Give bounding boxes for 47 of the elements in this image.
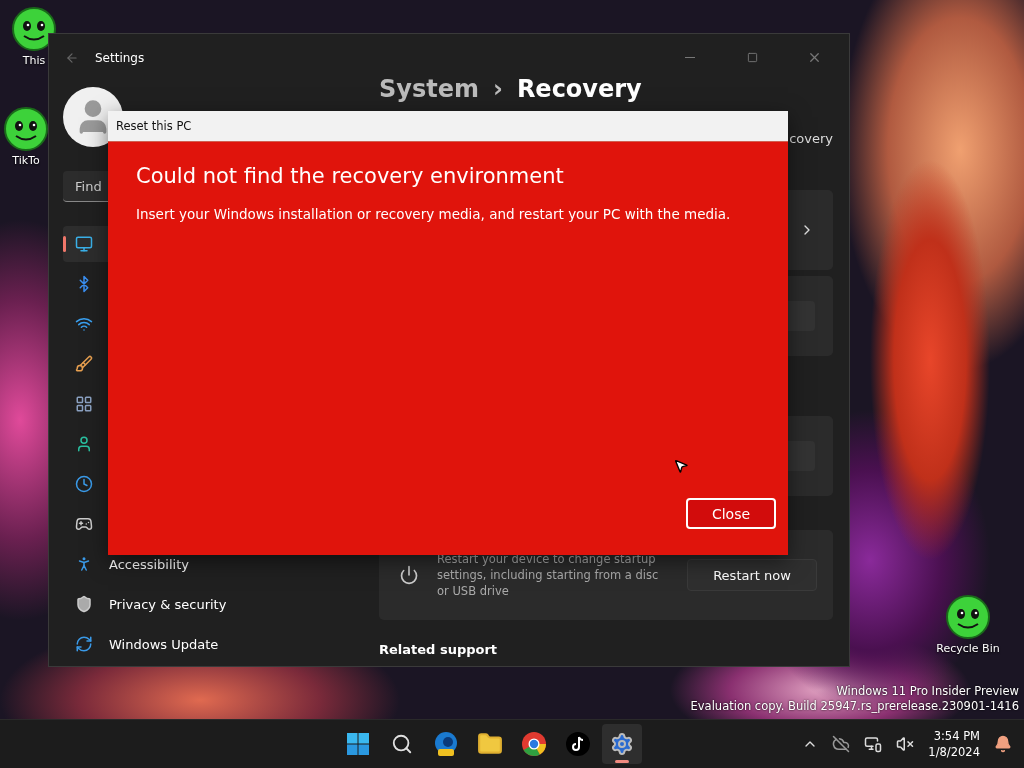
apps-icon [75,395,93,413]
error-heading: Could not find the recovery environment [136,164,565,188]
browser-icon [433,731,460,757]
smiley-icon [11,6,57,52]
clock-time[interactable]: 3:54 PM [933,728,980,744]
monitor-icon [75,235,93,253]
volume-muted-icon[interactable] [896,735,915,753]
smiley-icon [3,106,49,152]
cloud-off-icon[interactable] [832,735,851,753]
watermark-text: Windows 11 Pro Insider Preview [836,684,1019,699]
brush-icon [75,355,93,373]
dialog-title: Reset this PC [108,111,788,142]
section-heading: Related support [379,642,499,657]
mouse-cursor-icon [673,458,689,474]
smiley-icon [945,594,991,640]
nav-item[interactable]: Windows Update [63,626,365,662]
taskbar-app-button[interactable] [602,724,643,764]
breadcrumb-parent[interactable]: System [379,75,479,103]
page-subtitle: covery [789,131,833,146]
wifi-icon [75,315,93,333]
refresh-icon [75,635,93,653]
search-icon [391,733,414,755]
desktop-icon-label[interactable]: TikTo [12,154,40,167]
watermark-text: Evaluation copy. Build 25947.rs_prerelease.230901-1416 [690,699,1019,714]
gear-icon [610,732,635,756]
chrome-icon [521,731,548,757]
error-message: Insert your Windows installation or recovery media, and restart your PC with the media. [136,206,732,222]
shield-icon [75,595,93,613]
folder-icon [477,731,504,757]
desktop-icon-label[interactable]: Recycle Bin [936,642,1000,655]
close-button[interactable]: Close [686,498,776,529]
breadcrumb-separator: › [493,75,503,103]
clock-icon [75,475,93,493]
gamepad-icon [75,515,93,533]
restart-now-button[interactable]: Restart now [687,559,817,591]
nav-item[interactable]: Privacy & security [63,586,365,622]
network-icon[interactable] [864,735,883,753]
tiktok-icon [565,731,592,757]
windows-logo-icon [346,732,371,756]
clock-date[interactable]: 1/8/2024 [928,744,980,760]
minimize-icon [685,57,695,58]
desktop-icon-label[interactable]: This [22,54,46,67]
person-icon [75,435,93,453]
window-title: Settings [95,50,146,65]
notification-bell-icon[interactable] [994,735,1012,753]
maximize-icon [746,52,758,63]
page-title: Recovery [516,75,642,103]
